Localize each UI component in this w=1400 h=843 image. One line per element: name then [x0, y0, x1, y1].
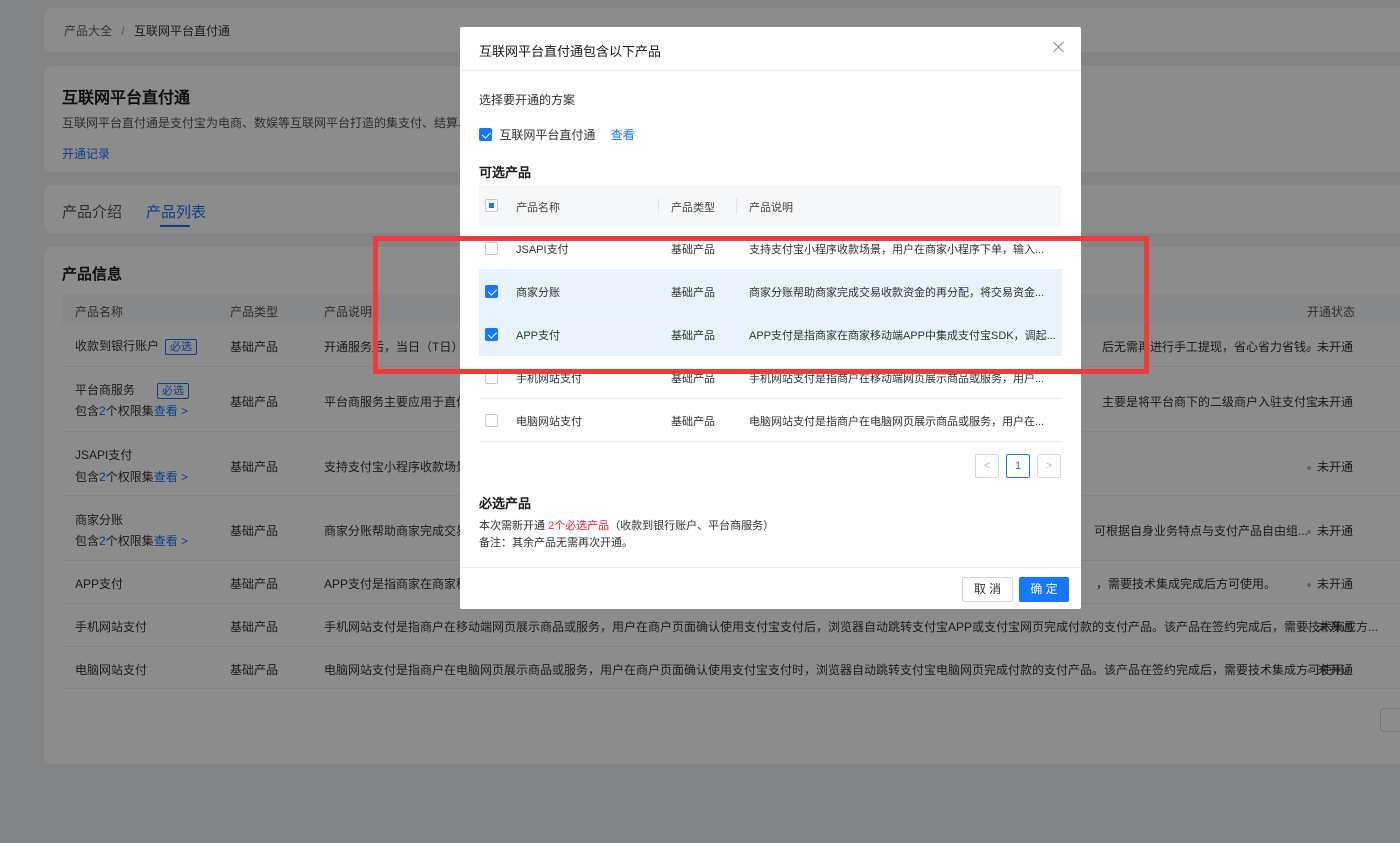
product-name: 商家分账: [516, 287, 560, 299]
column-divider: [736, 198, 737, 214]
select-all-checkbox[interactable]: [485, 199, 498, 212]
product-type: 基础产品: [671, 416, 715, 428]
product-desc: 手机网站支付是指商户在移动端网页展示商品或服务，用户...: [749, 373, 1045, 385]
column-divider: [658, 198, 659, 214]
product-type: 基础产品: [671, 373, 715, 385]
row-checkbox[interactable]: [485, 414, 498, 427]
row-checkbox[interactable]: [485, 371, 498, 384]
product-name: 电脑网站支付: [516, 416, 582, 428]
product-name: 手机网站支付: [516, 373, 582, 385]
modal-header: 互联网平台直付通包含以下产品: [460, 27, 1081, 71]
modal-table-header: 产品名称 产品类型 产品说明: [479, 185, 1062, 227]
modal-table-row[interactable]: JSAPI支付 基础产品 支持支付宝小程序收款场景，用户在商家小程序下单，输入.…: [479, 227, 1062, 270]
modal-table-row[interactable]: 手机网站支付 基础产品 手机网站支付是指商户在移动端网页展示商品或服务，用户..…: [479, 356, 1062, 399]
product-type: 基础产品: [671, 330, 715, 342]
required-products-title: 必选产品: [479, 496, 532, 511]
product-desc: 商家分账帮助商家完成交易收款资金的再分配，将交易资金...: [749, 287, 1045, 299]
row-checkbox[interactable]: [485, 328, 498, 341]
required-summary: 本次需新开通 2个必选产品（收款到银行账户、平台商服务）: [479, 520, 775, 532]
modal-table-row[interactable]: APP支付 基础产品 APP支付是指商家在商家移动端APP中集成支付宝SDK，调…: [479, 313, 1062, 356]
modal-table-row[interactable]: 电脑网站支付 基础产品 电脑网站支付是指商户在电脑网页展示商品或服务，用户在..…: [479, 399, 1062, 442]
scheme-label: 选择要开通的方案: [479, 93, 576, 107]
product-type: 基础产品: [671, 287, 715, 299]
col-type: 产品类型: [671, 202, 715, 214]
cancel-button[interactable]: 取 消: [962, 577, 1013, 602]
scheme-checkbox[interactable]: [479, 128, 492, 141]
page-number-button[interactable]: 1: [1006, 454, 1030, 478]
product-name: JSAPI支付: [516, 244, 569, 256]
modal-footer: 取 消 确 定: [460, 567, 1081, 609]
optional-products-title: 可选产品: [479, 165, 532, 180]
row-checkbox[interactable]: [485, 242, 498, 255]
close-icon[interactable]: [1051, 39, 1067, 55]
scheme-name: 互联网平台直付通: [499, 128, 596, 142]
required-count: 2个必选产品: [548, 520, 610, 532]
product-modal: 互联网平台直付通包含以下产品 选择要开通的方案 互联网平台直付通 查看 可选产品…: [460, 27, 1081, 609]
product-name: APP支付: [516, 330, 561, 342]
next-page-button[interactable]: >: [1037, 454, 1061, 478]
product-desc: 电脑网站支付是指商户在电脑网页展示商品或服务，用户在...: [749, 416, 1045, 428]
prev-page-button[interactable]: <: [975, 454, 999, 478]
row-checkbox[interactable]: [485, 285, 498, 298]
modal-title: 互联网平台直付通包含以下产品: [479, 44, 662, 59]
modal-table-row[interactable]: 商家分账 基础产品 商家分账帮助商家完成交易收款资金的再分配，将交易资金...: [479, 270, 1062, 313]
product-type: 基础产品: [671, 244, 715, 256]
col-name: 产品名称: [516, 202, 560, 214]
col-desc: 产品说明: [749, 202, 793, 214]
scheme-view-link[interactable]: 查看: [611, 128, 635, 142]
product-desc: 支持支付宝小程序收款场景，用户在商家小程序下单，输入...: [749, 244, 1045, 256]
product-desc: APP支付是指商家在商家移动端APP中集成支付宝SDK，调起...: [749, 330, 1056, 342]
confirm-button[interactable]: 确 定: [1019, 577, 1069, 602]
scheme-option: 互联网平台直付通 查看: [479, 126, 635, 143]
required-note: 备注：其余产品无需再次开通。: [479, 537, 633, 549]
